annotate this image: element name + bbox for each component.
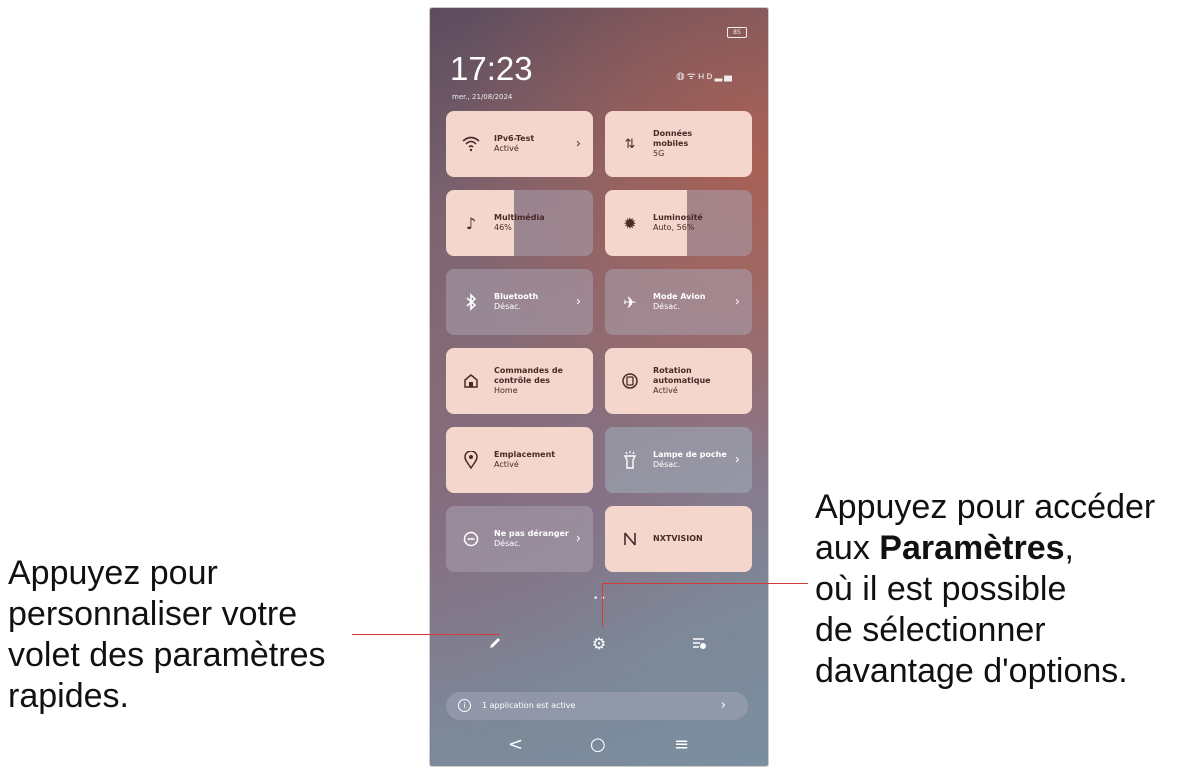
bluetooth-icon: [460, 291, 482, 313]
leader-line-right-v: [602, 583, 603, 627]
tile-status: Activé: [653, 386, 678, 395]
settings-gear-icon[interactable]: ⚙: [586, 630, 612, 656]
tile-title: Lampe de poche: [653, 450, 727, 459]
tile-wifi[interactable]: IPv6-Test Activé ›: [446, 111, 593, 177]
tile-status: 5G: [653, 149, 665, 158]
callout-left-line: volet des paramètres: [8, 636, 326, 674]
brightness-icon: ✹: [623, 213, 637, 233]
date: mer., 21/08/2024: [452, 93, 513, 101]
tile-do-not-disturb[interactable]: Ne pas déranger Désac. ›: [446, 506, 593, 572]
nxtvision-icon: [619, 528, 641, 550]
callout-right-line: où il est possible: [815, 570, 1067, 608]
chevron-right-icon[interactable]: ›: [576, 137, 581, 152]
callout-text: aux: [815, 529, 880, 567]
page-indicator: ••: [593, 594, 608, 604]
tile-status: Désac.: [494, 302, 522, 311]
location-icon: [460, 449, 482, 471]
tile-auto-rotate[interactable]: Rotation automatique Activé: [605, 348, 752, 414]
leader-line-left: [352, 634, 500, 635]
hd-signal-icon: ʜᴅ: [697, 71, 715, 82]
airplane-icon: ✈: [623, 292, 637, 312]
mobile-data-icon: ⇅: [624, 136, 636, 152]
tile-home-controls[interactable]: Commandes de contrôle des Home: [446, 348, 593, 414]
tile-title: Multimédia: [494, 213, 545, 222]
tile-media-volume[interactable]: ♪ Multimédia 46%: [446, 190, 593, 256]
tile-title: NXTVISION: [653, 534, 703, 543]
notification-manage-icon[interactable]: [686, 630, 712, 656]
nav-back-button[interactable]: <: [508, 734, 523, 755]
chevron-right-icon[interactable]: ›: [576, 295, 581, 310]
callout-bold-text: Paramètres: [879, 529, 1065, 567]
tile-status: Désac.: [653, 302, 681, 311]
tile-status: Activé: [494, 144, 519, 153]
tile-status: Home: [494, 386, 518, 395]
tile-title: Luminosité: [653, 213, 703, 222]
nav-menu-button[interactable]: ≡: [674, 734, 689, 755]
tile-status: Désac.: [653, 460, 681, 469]
callout-right-line: Appuyez pour accéder: [815, 488, 1156, 526]
callout-right: Appuyez pour accéder aux Paramètres, où …: [815, 487, 1155, 692]
status-icons: ◍ᯤʜᴅ▂▄: [676, 68, 734, 82]
tile-title: IPv6-Test: [494, 134, 535, 143]
tile-brightness[interactable]: ✹ Luminosité Auto, 56%: [605, 190, 752, 256]
tile-nxtvision[interactable]: NXTVISION: [605, 506, 752, 572]
chevron-right-icon: ›: [720, 698, 726, 713]
callout-text: ,: [1064, 529, 1074, 567]
callout-right-line: davantage d'options.: [815, 652, 1128, 690]
tile-bluetooth[interactable]: Bluetooth Désac. ›: [446, 269, 593, 335]
home-icon: [460, 370, 482, 392]
clock: 17:23: [450, 50, 533, 87]
callout-left-line: rapides.: [8, 677, 129, 715]
tile-status: Désac.: [494, 539, 522, 548]
callout-right-line: aux Paramètres,: [815, 528, 1155, 569]
tile-status: Auto, 56%: [653, 223, 695, 232]
tile-mobile-data[interactable]: ⇅ Données mobiles 5G: [605, 111, 752, 177]
tile-status: 46%: [494, 223, 512, 232]
tile-title: Données mobiles: [653, 129, 693, 148]
tile-title: Ne pas déranger: [494, 529, 569, 538]
tile-title: Emplacement: [494, 450, 556, 459]
wifi-icon: ᯤ: [686, 71, 698, 82]
leader-line-right-h: [602, 583, 808, 584]
tile-title: Rotation automatique: [653, 366, 711, 385]
tile-title: Mode Avion: [653, 292, 706, 301]
info-icon: i: [458, 699, 471, 712]
tile-airplane-mode[interactable]: ✈ Mode Avion Désac. ›: [605, 269, 752, 335]
phone-screen: 85 17:23 mer., 21/08/2024 ◍ᯤʜᴅ▂▄ IPv6-Te…: [430, 8, 768, 766]
banner-text: 1 application est active: [482, 701, 576, 710]
auto-rotate-icon: [619, 370, 641, 392]
active-apps-banner[interactable]: i 1 application est active ›: [446, 692, 748, 720]
tile-location[interactable]: Emplacement Activé: [446, 427, 593, 493]
callout-left: Appuyez pour personnaliser votre volet d…: [8, 553, 326, 717]
callout-right-line: de sélectionner: [815, 611, 1046, 649]
chevron-right-icon[interactable]: ›: [735, 453, 740, 468]
wifi-icon: [460, 133, 482, 155]
music-note-icon: ♪: [465, 213, 477, 233]
chevron-right-icon[interactable]: ›: [576, 532, 581, 547]
tile-title: Bluetooth: [494, 292, 539, 301]
battery-indicator: 85: [727, 27, 747, 38]
do-not-disturb-icon: [460, 528, 482, 550]
callout-left-line: personnaliser votre: [8, 595, 298, 633]
tile-flashlight[interactable]: Lampe de poche Désac. ›: [605, 427, 752, 493]
chevron-right-icon[interactable]: ›: [735, 295, 740, 310]
nav-home-button[interactable]: ○: [590, 734, 606, 755]
tile-status: Activé: [494, 460, 519, 469]
callout-left-line: Appuyez pour: [8, 554, 218, 592]
data-saver-icon: ◍: [676, 71, 687, 82]
flashlight-icon: [619, 449, 641, 471]
signal-icon: ▂▄: [714, 71, 734, 82]
tile-title: Commandes de contrôle des: [494, 366, 563, 385]
